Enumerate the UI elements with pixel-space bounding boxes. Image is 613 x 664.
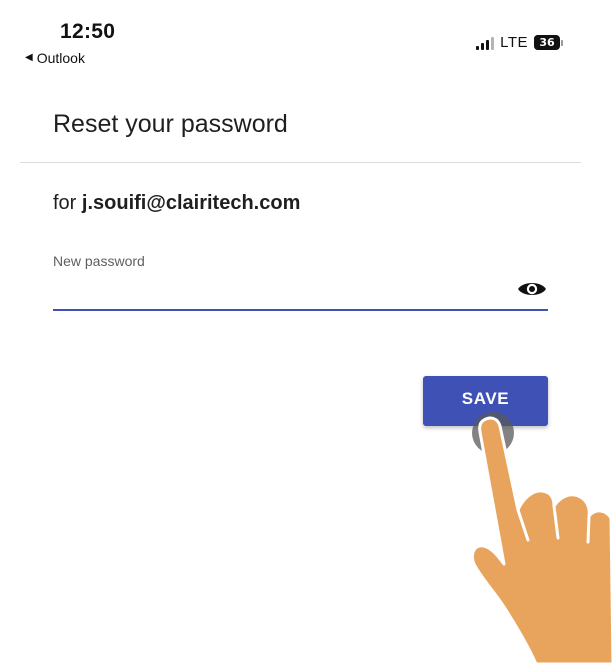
battery-percent: 36 bbox=[539, 36, 555, 49]
battery-icon: 36 bbox=[534, 35, 563, 50]
pointing-hand-icon bbox=[470, 416, 613, 664]
new-password-underline bbox=[53, 309, 548, 311]
back-triangle-icon: ◀ bbox=[25, 52, 33, 63]
toggle-password-visibility-button[interactable] bbox=[515, 276, 549, 302]
back-to-app-link[interactable]: ◀ Outlook bbox=[25, 50, 85, 66]
new-password-input[interactable] bbox=[53, 276, 493, 306]
eye-icon bbox=[518, 283, 546, 295]
new-password-label: New password bbox=[53, 253, 145, 269]
reset-password-screen: 12:50 ◀ Outlook LTE 36 Reset your passwo… bbox=[0, 0, 613, 664]
signal-bars-icon bbox=[476, 36, 495, 50]
account-prefix: for bbox=[53, 192, 82, 214]
status-indicators: LTE 36 bbox=[476, 34, 563, 51]
account-line: for j.souifi@clairitech.com bbox=[53, 192, 300, 215]
page-title: Reset your password bbox=[53, 110, 288, 138]
back-app-label: Outlook bbox=[36, 50, 85, 66]
header-divider bbox=[20, 162, 581, 163]
network-type: LTE bbox=[500, 34, 528, 51]
account-email: j.souifi@clairitech.com bbox=[81, 192, 301, 214]
status-time: 12:50 bbox=[60, 20, 116, 43]
